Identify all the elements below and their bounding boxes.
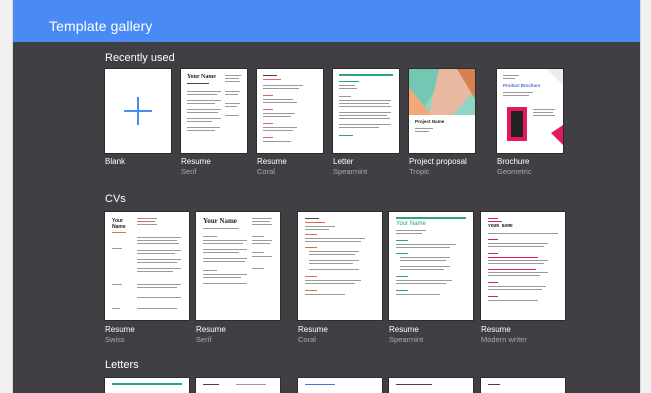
template-thumbnail[interactable]: Your Name bbox=[105, 212, 189, 320]
template-thumbnail[interactable] bbox=[333, 69, 399, 153]
thumb-heading: Project Name bbox=[415, 119, 445, 124]
section-title-letters: Letters bbox=[105, 359, 139, 371]
template-gallery-window: Template gallery Recently used Blank You… bbox=[12, 0, 641, 393]
template-cv-coral[interactable]: Resume Coral bbox=[298, 212, 382, 347]
letter-thumbnail[interactable] bbox=[298, 378, 382, 393]
geometric-graphic bbox=[507, 69, 563, 145]
template-cv-modern-writer[interactable]: YOUR NAME Resume Modern writer bbox=[481, 212, 571, 347]
letter-thumbnail[interactable] bbox=[389, 378, 473, 393]
template-name: Resume bbox=[181, 157, 211, 166]
template-name: Resume bbox=[196, 325, 226, 334]
tropic-graphic bbox=[409, 69, 475, 115]
template-cv-serif[interactable]: Your Name Resume Serif bbox=[196, 212, 280, 347]
template-name: Resume bbox=[481, 325, 511, 334]
template-thumbnail[interactable] bbox=[257, 69, 323, 153]
letter-thumbnail[interactable] bbox=[105, 378, 189, 393]
template-resume-serif[interactable]: Your Name Resume Serif bbox=[181, 69, 247, 179]
template-name: Resume bbox=[298, 325, 328, 334]
thumb-heading: Your Name bbox=[396, 221, 426, 227]
template-style: Tropic bbox=[409, 167, 430, 176]
template-resume-coral[interactable]: Resume Coral bbox=[257, 69, 323, 179]
template-style: Modern writer bbox=[481, 335, 527, 344]
template-style: Coral bbox=[298, 335, 316, 344]
template-cv-spearmint[interactable]: Your Name Resume Spearmint bbox=[389, 212, 473, 347]
template-name: Letter bbox=[333, 157, 354, 166]
template-thumbnail[interactable]: Your Name bbox=[389, 212, 473, 320]
thumb-heading: Your Name bbox=[187, 74, 217, 80]
template-name: Resume bbox=[389, 325, 419, 334]
template-name: Project proposal bbox=[409, 157, 467, 166]
template-thumbnail[interactable]: Project Name bbox=[409, 69, 475, 153]
template-name: Brochure bbox=[497, 157, 530, 166]
template-style: Swiss bbox=[105, 335, 125, 344]
template-thumbnail[interactable]: Product Brochure bbox=[497, 69, 563, 153]
template-name: Resume bbox=[105, 325, 135, 334]
template-project-proposal-tropic[interactable]: Project Name Project proposal Tropic bbox=[409, 69, 489, 179]
template-thumbnail[interactable]: Your Name bbox=[181, 69, 247, 153]
template-name: Resume bbox=[257, 157, 287, 166]
template-style: Spearmint bbox=[389, 335, 424, 344]
template-thumbnail[interactable] bbox=[105, 69, 171, 153]
template-blank[interactable]: Blank bbox=[105, 69, 171, 179]
header-bar: Template gallery bbox=[13, 0, 640, 42]
template-style: Serif bbox=[196, 335, 212, 344]
template-style: Coral bbox=[257, 167, 275, 176]
template-brochure-geometric[interactable]: Product Brochure Brochure Geometric bbox=[497, 69, 563, 179]
letter-thumbnail[interactable] bbox=[196, 378, 280, 393]
thumb-heading: YOUR NAME bbox=[488, 224, 513, 229]
letter-thumbnail[interactable] bbox=[481, 378, 565, 393]
template-name: Blank bbox=[105, 157, 126, 166]
template-cv-swiss[interactable]: Your Name Resume Swiss bbox=[105, 212, 189, 347]
template-thumbnail[interactable] bbox=[298, 212, 382, 320]
thumb-heading: Product Brochure bbox=[503, 83, 541, 88]
thumb-heading: Name bbox=[112, 224, 126, 230]
template-thumbnail[interactable]: YOUR NAME bbox=[481, 212, 565, 320]
section-title-recently-used: Recently used bbox=[105, 52, 175, 64]
template-style: Geometric bbox=[497, 167, 532, 176]
template-style: Serif bbox=[181, 167, 197, 176]
template-letter-spearmint[interactable]: Letter Spearmint bbox=[333, 69, 399, 179]
page-title: Template gallery bbox=[49, 18, 153, 34]
thumb-heading: Your Name bbox=[203, 217, 237, 225]
plus-icon bbox=[124, 97, 152, 125]
template-thumbnail[interactable]: Your Name bbox=[196, 212, 280, 320]
section-title-cvs: CVs bbox=[105, 193, 126, 205]
template-style: Spearmint bbox=[333, 167, 368, 176]
